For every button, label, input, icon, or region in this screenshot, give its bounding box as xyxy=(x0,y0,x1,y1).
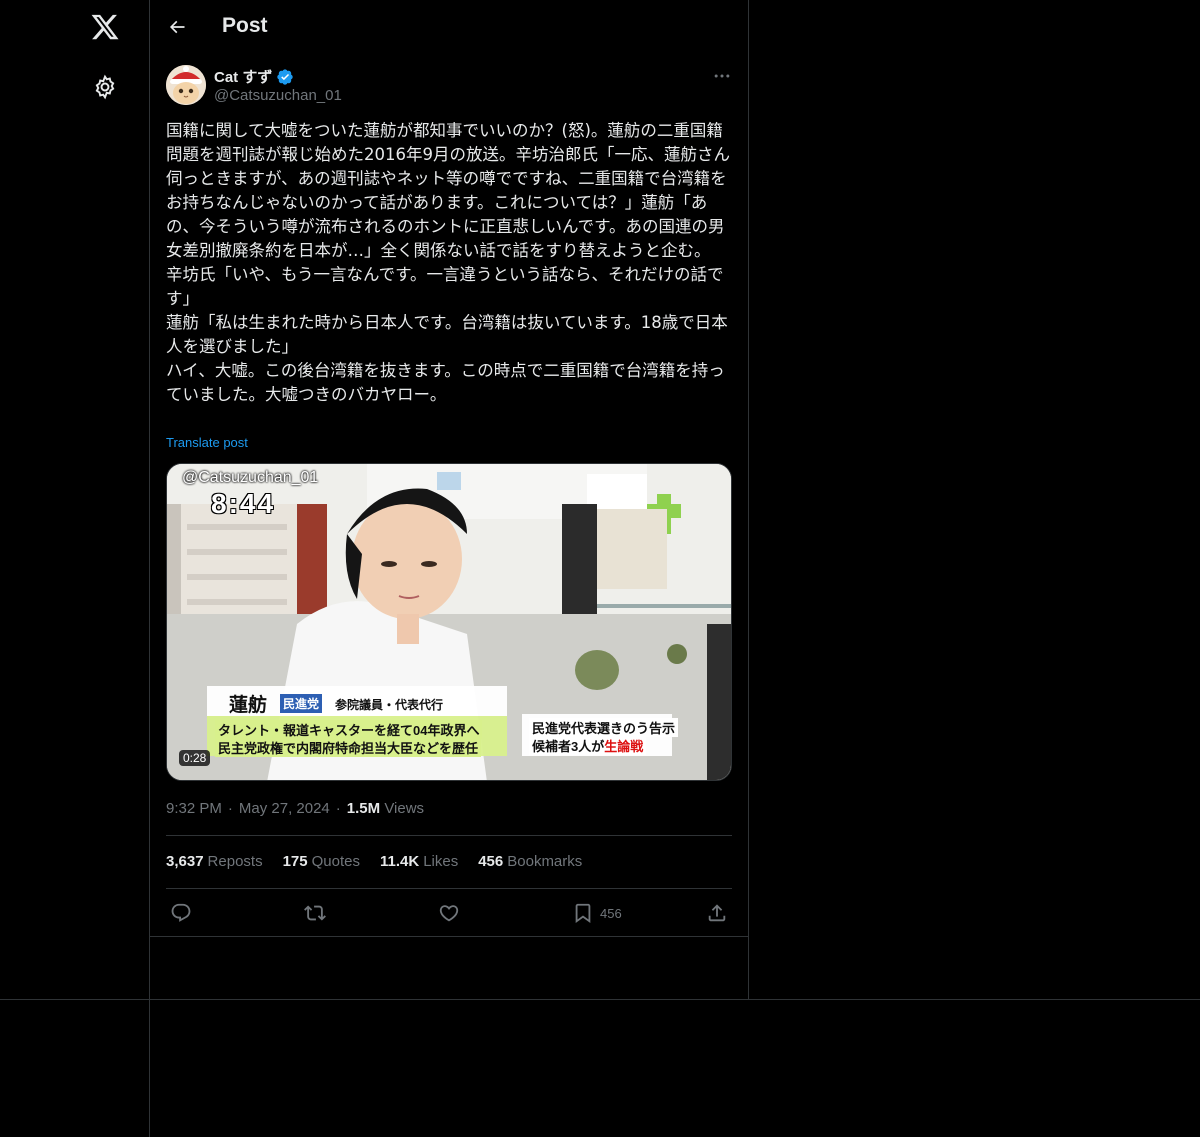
verified-badge-icon xyxy=(276,68,294,86)
main-column: Post Cat すず @Catsuzuchan_01 国籍に関して大嘘をついた… xyxy=(150,0,749,1000)
app-root: Post Cat すず @Catsuzuchan_01 国籍に関して大嘘をついた… xyxy=(0,0,1200,1137)
like-button[interactable] xyxy=(438,899,460,927)
caption-right2: 候補者3人が生論戦 xyxy=(529,736,647,755)
post-stats: 3,637 Reposts 175 Quotes 11.4K Likes 456 Boo… xyxy=(166,853,582,870)
bookmark-button[interactable]: 456 xyxy=(572,899,622,927)
views-label: Views xyxy=(384,800,425,817)
video-player[interactable]: @Catsuzuchan_01 8:44 蓮舫 民進党 参院議員・代表代行 タレ… xyxy=(166,463,732,781)
post-paragraph: 蓮舫「私は生まれた時から日本人です。台湾籍は抜いています。18歳で日本人を選びま… xyxy=(166,313,728,356)
caption-line2: 民主党政権で内閣府特命担当大臣などを歴任 xyxy=(215,738,482,757)
post-paragraph: 辛坊氏「いや、もう一言なんです。一言違うという話なら、それだけの話です」 xyxy=(166,265,724,308)
views: 1.5M Views xyxy=(347,800,424,817)
bookmark-icon xyxy=(575,903,591,924)
author-name[interactable]: Cat すず xyxy=(214,66,294,87)
views-count: 1.5M xyxy=(346,800,381,817)
back-button[interactable] xyxy=(162,12,192,42)
share-button[interactable] xyxy=(706,899,728,927)
caption-right2-prefix: 候補者3人が xyxy=(532,739,605,754)
video-watermark: @Catsuzuchan_01 xyxy=(182,469,319,486)
gear-icon[interactable] xyxy=(92,74,118,100)
bookmark-count: 456 xyxy=(600,905,622,921)
share-icon xyxy=(708,904,726,922)
heart-icon xyxy=(439,905,459,922)
page-title: Post xyxy=(222,14,268,37)
video-duration: 0:28 xyxy=(179,750,211,766)
author-display-name: Cat すず xyxy=(214,69,273,86)
divider xyxy=(166,835,732,836)
meta-dot: · xyxy=(335,800,341,817)
post-actions: 456 xyxy=(166,899,732,927)
avatar[interactable] xyxy=(166,65,206,105)
ellipsis-icon xyxy=(714,74,730,78)
arrow-left-icon xyxy=(169,20,185,34)
quotes-label: Quotes xyxy=(311,853,360,870)
likes-count: 11.4K xyxy=(379,853,420,870)
post-time[interactable]: 9:32 PM xyxy=(166,800,222,817)
bookmarks-count: 456 xyxy=(478,853,504,870)
likes-label: Likes xyxy=(423,853,459,870)
left-nav xyxy=(0,0,150,1137)
reply-button[interactable] xyxy=(170,899,192,927)
author-handle[interactable]: @Catsuzuchan_01 xyxy=(214,87,342,104)
x-logo-icon[interactable] xyxy=(90,12,120,42)
post-paragraph: ハイ、大嘘。この後台湾籍を抜きます。この時点で二重国籍で台湾籍を持っていました。… xyxy=(166,361,725,404)
divider xyxy=(150,936,749,937)
divider xyxy=(0,999,1200,1000)
caption-title: 参院議員・代表代行 xyxy=(335,698,444,712)
quotes-count: 175 xyxy=(282,853,308,870)
reposts-label: Reposts xyxy=(207,853,263,870)
more-options-button[interactable] xyxy=(710,64,734,88)
caption-right1: 民進党代表選きのう告示 xyxy=(529,718,679,737)
reposts-stat[interactable]: 3,637 Reposts xyxy=(166,853,263,870)
post-paragraph: 国籍に関して大嘘をついた蓮舫が都知事でいいのか？(怒)。蓮舫の二重国籍問題を週刊… xyxy=(166,121,730,260)
bookmarks-stat[interactable]: 456 Bookmarks xyxy=(478,853,582,870)
likes-stat[interactable]: 11.4K Likes xyxy=(380,853,458,870)
reply-icon xyxy=(171,903,191,922)
meta-dot: · xyxy=(227,800,233,817)
caption-name: 蓮舫 xyxy=(229,694,268,716)
divider xyxy=(166,888,732,889)
repost-icon xyxy=(304,905,326,921)
caption-right2-red: 生論戦 xyxy=(604,739,644,754)
post-date[interactable]: May 27, 2024 xyxy=(239,800,330,817)
reposts-count: 3,637 xyxy=(166,853,204,870)
post-text: 国籍に関して大嘘をついた蓮舫が都知事でいいのか？(怒)。蓮舫の二重国籍問題を週刊… xyxy=(166,119,732,407)
repost-button[interactable] xyxy=(304,899,326,927)
bookmarks-label: Bookmarks xyxy=(507,853,583,870)
quotes-stat[interactable]: 175 Quotes xyxy=(283,853,360,870)
translate-post-link[interactable]: Translate post xyxy=(166,435,248,450)
video-clock: 8:44 xyxy=(211,488,276,519)
post-meta: 9:32 PM · May 27, 2024 · 1.5M Views xyxy=(166,800,424,817)
caption-party: 民進党 xyxy=(280,694,323,713)
header: Post xyxy=(150,0,749,54)
caption-line1: タレント・報道キャスターを経て04年政界へ xyxy=(215,720,483,739)
